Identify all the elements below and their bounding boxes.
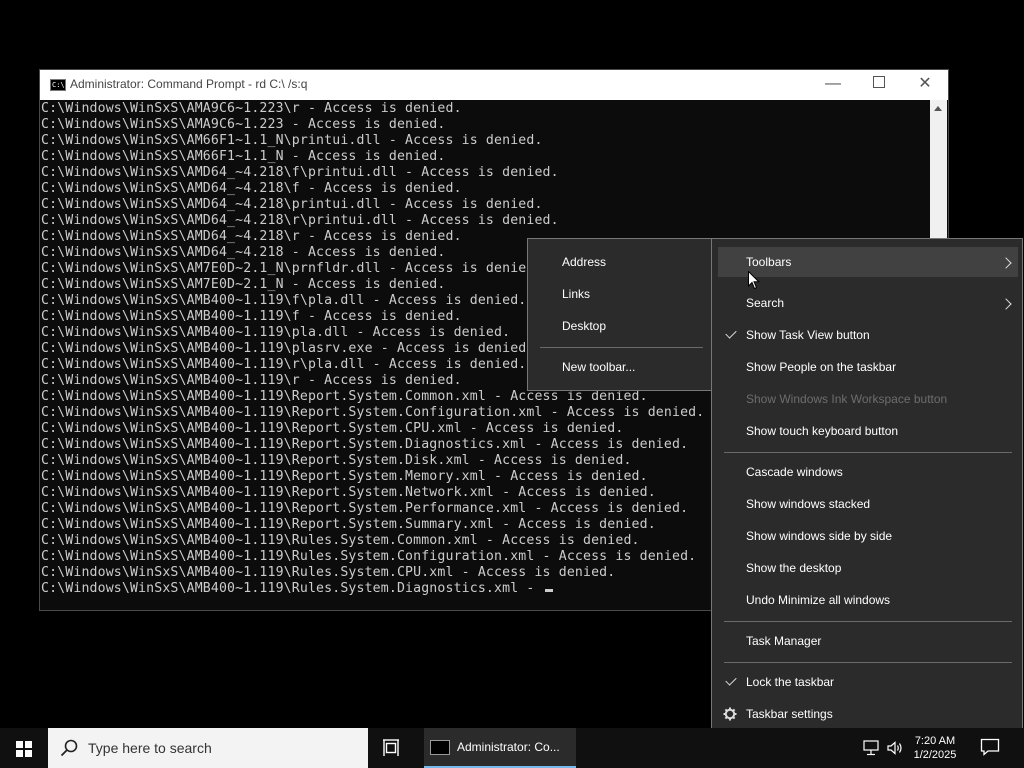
menu-item-show-ink-workspace: Show Windows Ink Workspace button — [746, 392, 948, 406]
menu-separator — [540, 347, 703, 348]
menu-item-links[interactable]: Links — [562, 287, 590, 301]
console-line: C:\Windows\WinSxS\AMD64_~4.218\r\printui… — [41, 213, 559, 228]
windows-logo-icon — [16, 741, 23, 748]
action-center-button[interactable] — [980, 738, 1000, 756]
clock-date: 1/2/2025 — [913, 749, 957, 761]
menu-item-windows-side-by-side[interactable]: Show windows side by side — [746, 529, 892, 543]
console-line: C:\Windows\WinSxS\AMD64_~4.218\f - Acces… — [41, 181, 462, 196]
maximize-icon — [873, 76, 885, 89]
console-line: C:\Windows\WinSxS\AM66F1~1.1_N - Access … — [41, 149, 446, 164]
menu-item-show-task-view[interactable]: Show Task View button — [746, 328, 870, 342]
taskbar-clock[interactable]: 7:20 AM 1/2/2025 — [900, 734, 970, 762]
task-view-button[interactable] — [370, 728, 414, 768]
window-title: Administrator: Command Prompt - rd C:\ /… — [70, 77, 308, 91]
menu-item-new-toolbar[interactable]: New toolbar... — [562, 360, 635, 374]
cmd-app-icon — [430, 740, 450, 755]
checkmark-icon — [725, 674, 737, 686]
close-button[interactable]: ✕ — [902, 70, 948, 100]
gear-icon — [723, 707, 737, 721]
chevron-right-icon — [1000, 298, 1012, 310]
window-titlebar[interactable]: C:\ Administrator: Command Prompt - rd C… — [40, 70, 948, 100]
taskbar-context-menu: Toolbars Search Show Task View button Sh… — [711, 238, 1023, 738]
menu-item-task-manager[interactable]: Task Manager — [746, 634, 821, 648]
menu-item-show-desktop[interactable]: Show the desktop — [746, 561, 841, 575]
network-tray-button[interactable] — [858, 728, 884, 768]
minimize-button[interactable]: — — [810, 70, 856, 100]
menu-item-cascade-windows[interactable]: Cascade windows — [746, 465, 843, 479]
console-line: C:\Windows\WinSxS\AMA9C6~1.223\r - Acces… — [41, 101, 462, 116]
menu-item-address[interactable]: Address — [562, 255, 606, 269]
taskbar-search-box[interactable]: Type here to search — [48, 728, 368, 768]
taskbar-cmd-label: Administrator: Co... — [457, 740, 560, 754]
menu-item-taskbar-settings[interactable]: Taskbar settings — [746, 707, 833, 721]
console-line: C:\Windows\WinSxS\AM66F1~1.1_N\printui.d… — [41, 133, 543, 148]
toolbars-submenu: Address Links Desktop New toolbar... — [527, 238, 714, 391]
cmd-app-icon: C:\ — [50, 79, 66, 91]
menu-item-show-touch-keyboard[interactable]: Show touch keyboard button — [746, 424, 898, 438]
search-placeholder: Type here to search — [88, 740, 212, 756]
start-button[interactable] — [0, 728, 48, 768]
search-icon — [60, 739, 78, 757]
menu-item-show-people[interactable]: Show People on the taskbar — [746, 360, 896, 374]
menu-separator — [724, 621, 1012, 622]
text-cursor — [544, 589, 553, 592]
console-line: C:\Windows\WinSxS\AMD64_~4.218\f\printui… — [41, 165, 559, 180]
notifications-icon — [980, 738, 1000, 756]
menu-item-undo-minimize[interactable]: Undo Minimize all windows — [746, 593, 890, 607]
taskbar-cmd-button[interactable]: Administrator: Co... — [424, 728, 576, 768]
task-view-icon — [383, 739, 399, 756]
network-icon — [863, 740, 879, 756]
menu-item-search[interactable]: Search — [746, 296, 784, 310]
menu-item-windows-stacked[interactable]: Show windows stacked — [746, 497, 870, 511]
menu-separator — [724, 452, 1012, 453]
menu-item-desktop[interactable]: Desktop — [562, 319, 606, 333]
taskbar[interactable]: Type here to search Administrator: Co...… — [0, 728, 1024, 768]
console-line: C:\Windows\WinSxS\AMD64_~4.218\printui.d… — [41, 197, 543, 212]
console-line: C:\Windows\WinSxS\AMA9C6~1.223 - Access … — [41, 117, 446, 132]
checkmark-icon — [725, 327, 737, 339]
menu-item-toolbars[interactable]: Toolbars — [746, 255, 791, 269]
mouse-pointer-icon — [748, 271, 760, 290]
clock-time: 7:20 AM — [914, 735, 956, 747]
menu-separator — [724, 662, 1012, 663]
menu-item-lock-taskbar[interactable]: Lock the taskbar — [746, 675, 834, 689]
maximize-button[interactable] — [856, 70, 902, 100]
scroll-up-arrow-icon[interactable] — [934, 106, 942, 111]
